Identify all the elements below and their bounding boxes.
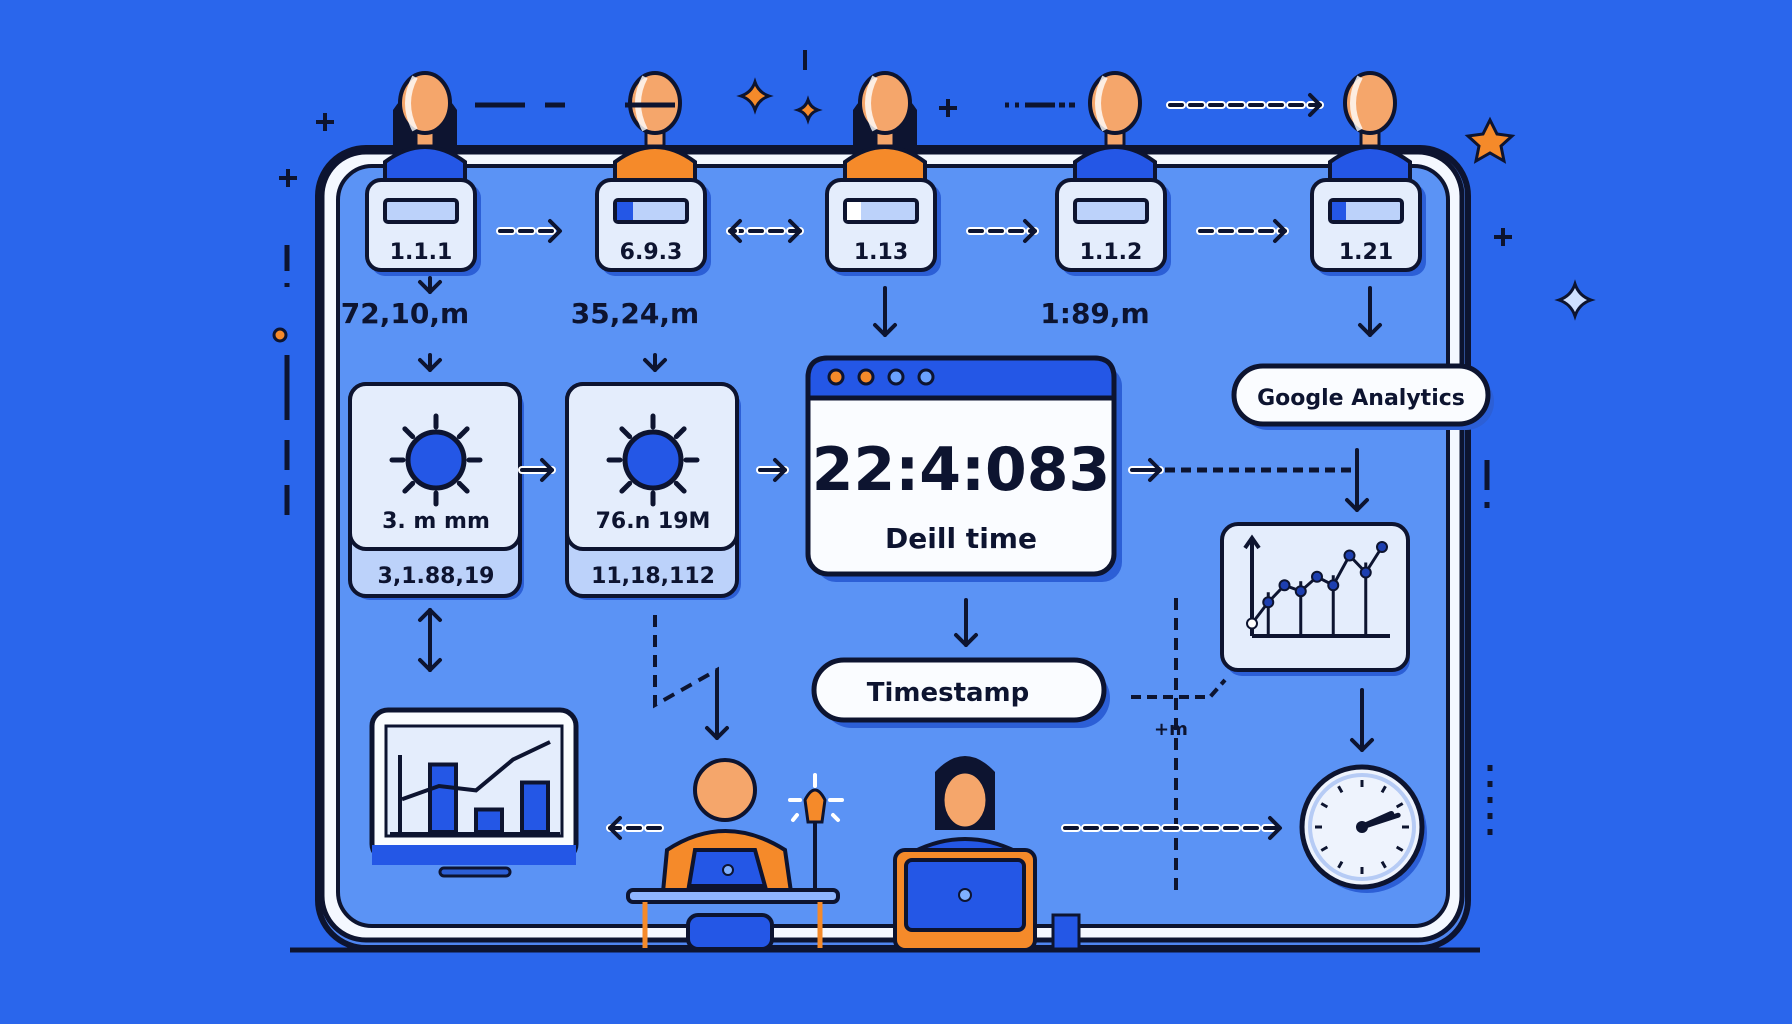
monitor-bar <box>428 762 458 834</box>
trend-point <box>1327 579 1340 592</box>
trend-point <box>1376 541 1388 553</box>
cup-icon <box>1051 913 1081 951</box>
timestamp-pill: Timestamp <box>811 657 1110 728</box>
sun-gauge-icon <box>622 429 684 491</box>
trend-point <box>1294 585 1307 598</box>
metric-label: 1:89,m <box>1040 297 1149 330</box>
clock-center <box>1356 821 1368 833</box>
timer-caption: Deill time <box>885 522 1037 555</box>
progress-fill <box>847 202 861 220</box>
monitor-bezel <box>372 845 576 865</box>
gauge-value: 3,1.88,19 <box>378 564 495 589</box>
sparkle-icon <box>736 77 774 115</box>
version-label: 1.21 <box>1339 240 1393 265</box>
star-icon <box>1464 116 1516 164</box>
monitor-bar <box>520 780 550 834</box>
window-dot <box>887 368 905 386</box>
gauge-card-2: 76.n 19M 11,18,112 <box>565 382 741 600</box>
version-label: 1.13 <box>854 240 908 265</box>
person-head <box>941 770 989 830</box>
progress-bar <box>1073 198 1149 224</box>
window-titlebar <box>805 355 1117 401</box>
dot-icon <box>272 327 288 343</box>
version-label: 1.1.1 <box>390 240 453 265</box>
progress-fill <box>1332 202 1346 220</box>
chair <box>686 913 774 951</box>
timer-window: 22:4:083 Deill time <box>805 355 1122 582</box>
gauge-card-1: 3. m mm 3,1.88,19 <box>348 382 524 600</box>
progress-bar <box>383 198 459 224</box>
trend-point <box>1343 549 1356 562</box>
desk-top <box>626 888 840 904</box>
gauge-label: 76.n 19M <box>596 509 711 534</box>
user-card-3: 1.13 <box>825 71 941 276</box>
monitor-chart <box>369 707 579 878</box>
analytics-label: Google Analytics <box>1257 386 1465 411</box>
laptop-logo <box>722 864 734 876</box>
trend-point <box>1246 617 1258 630</box>
window-dot <box>827 368 845 386</box>
diagram-canvas: 1.1.1 72,10,m 6.9.3 35,24,m 1.13 1.1.2 1:89,m 1… <box>272 50 1596 953</box>
timestamp-label: Timestamp <box>867 678 1030 708</box>
progress-fill <box>617 202 633 220</box>
trend-point <box>1311 570 1323 583</box>
metric-label: 35,24,m <box>571 297 699 330</box>
window-dot <box>917 368 935 386</box>
analytics-pill: Google Analytics <box>1231 363 1494 430</box>
trend-point <box>1262 596 1275 609</box>
version-label: 6.9.3 <box>620 240 683 265</box>
laptop-logo <box>958 888 972 902</box>
lightbulb-icon <box>803 788 827 824</box>
trend-chart-card <box>1220 522 1410 676</box>
gauge-value: 11,18,112 <box>591 564 715 589</box>
gauge-label: 3. m mm <box>382 509 490 534</box>
user-card-5: 1.21 <box>1310 71 1426 276</box>
monitor-stand <box>438 866 512 878</box>
trend-point <box>1278 579 1291 592</box>
timer-value: 22:4:083 <box>812 435 1110 505</box>
person-head <box>693 758 757 822</box>
top-connector-arrow <box>1166 93 1324 117</box>
side-note: +m <box>1154 719 1188 740</box>
sparkle-icon <box>1554 279 1596 321</box>
window-dot <box>857 368 875 386</box>
metric-label: 72,10,m <box>341 297 469 330</box>
version-label: 1.1.2 <box>1080 240 1143 265</box>
trend-point <box>1359 566 1372 579</box>
sun-gauge-icon <box>405 429 467 491</box>
sparkle-icon <box>793 95 823 125</box>
monitor-bar <box>474 807 504 834</box>
